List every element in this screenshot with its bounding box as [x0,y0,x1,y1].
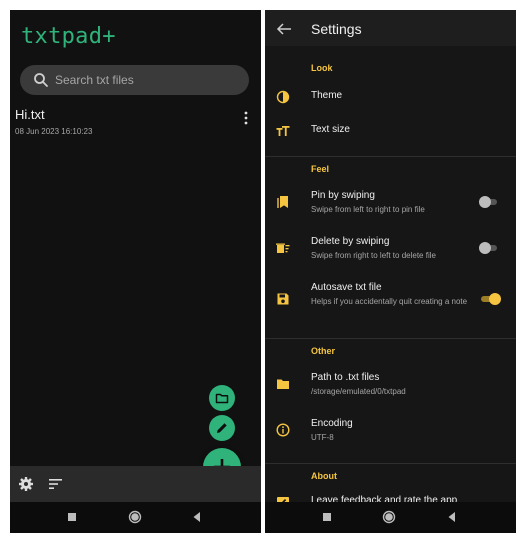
home-icon[interactable] [128,510,142,524]
setting-title: Delete by swiping [311,236,390,247]
setting-autosave[interactable]: Autosave txt file Helps if you accidenta… [265,280,516,326]
section-header-about: About [311,471,337,481]
setting-subtitle: /storage/emulated/0/txtpad [311,387,406,396]
search-icon [34,73,48,87]
file-name: Hi.txt [15,107,45,122]
screenshot-frame: txtpad+ Search txt files Hi.txt 08 Jun 2… [0,0,525,543]
toggle-knob [489,293,501,305]
setting-theme[interactable]: Theme [265,86,516,112]
setting-subtitle: Helps if you accidentally quit creating … [311,297,468,306]
section-header-feel: Feel [311,164,330,174]
setting-delete-by-swiping[interactable]: Delete by swiping Swipe from right to le… [265,234,516,268]
section-header-look: Look [311,63,333,73]
setting-path[interactable]: Path to .txt files /storage/emulated/0/t… [265,370,516,404]
new-note-button[interactable] [209,415,235,441]
divider [265,156,516,157]
divider [265,338,516,339]
settings-screen: Settings Look Theme Text size Feel Pin b… [265,10,516,533]
delete-by-swiping-toggle[interactable] [479,242,499,254]
system-nav-bar [265,502,516,533]
info-icon [276,423,290,437]
search-bar[interactable]: Search txt files [20,65,249,95]
setting-title: Autosave txt file [311,282,382,293]
more-vert-icon[interactable] [241,111,251,125]
setting-title: Path to .txt files [311,372,380,383]
search-placeholder: Search txt files [55,73,134,87]
toggle-knob [479,242,491,254]
folder-icon [277,379,289,389]
gear-icon[interactable] [18,476,34,492]
toggle-knob [479,196,491,208]
new-folder-button[interactable] [209,385,235,411]
file-list-screen: txtpad+ Search txt files Hi.txt 08 Jun 2… [10,10,261,533]
pin-by-swiping-toggle[interactable] [479,196,499,208]
arrow-left-icon[interactable] [276,21,292,37]
back-triangle-icon[interactable] [190,510,204,524]
system-nav-bar [10,502,261,533]
setting-subtitle: Swipe from right to left to delete file [311,251,436,260]
file-list-item[interactable]: Hi.txt 08 Jun 2023 16:10:23 [15,106,255,142]
bottom-app-bar [10,466,261,502]
back-triangle-icon[interactable] [445,510,459,524]
autosave-toggle[interactable] [479,293,501,305]
app-title: txtpad+ [21,24,116,49]
setting-title: Encoding [311,418,353,429]
setting-subtitle: Swipe from left to right to pin file [311,205,425,214]
top-app-bar: Settings [265,10,516,46]
setting-title: Pin by swiping [311,190,375,201]
recents-icon[interactable] [65,510,79,524]
setting-title: Text size [311,124,350,135]
delete-sweep-icon [276,243,290,253]
sort-icon[interactable] [48,476,64,492]
home-icon[interactable] [382,510,396,524]
pencil-icon [217,423,227,433]
setting-encoding[interactable]: Encoding UTF-8 [265,416,516,450]
setting-title: Theme [311,90,343,101]
page-title: Settings [311,21,362,37]
file-modified-date: 08 Jun 2023 16:10:23 [15,127,93,136]
recents-icon[interactable] [320,510,334,524]
divider [265,463,516,464]
setting-pin-by-swiping[interactable]: Pin by swiping Swipe from left to right … [265,188,516,222]
setting-text-size[interactable]: Text size [265,120,516,146]
contrast-icon [276,90,290,104]
text-size-icon [276,126,290,136]
bookmarks-icon [277,196,288,208]
section-header-other: Other [311,346,336,356]
save-icon [277,293,289,305]
folder-icon [215,393,229,404]
setting-subtitle: UTF-8 [311,433,334,442]
